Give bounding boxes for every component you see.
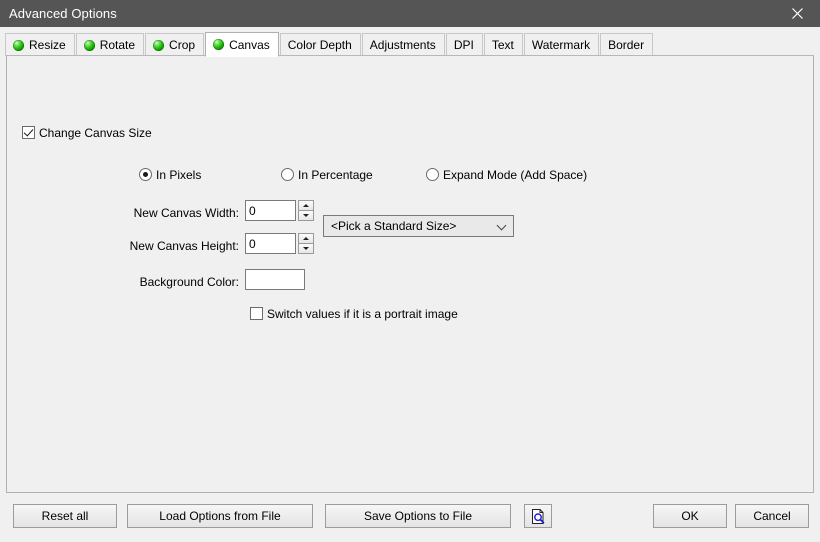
switch-values-label: Switch values if it is a portrait image — [267, 306, 458, 321]
radio-circle-icon — [281, 168, 294, 181]
load-options-from-file-button[interactable]: Load Options from File — [127, 504, 313, 528]
radio-circle-icon — [426, 168, 439, 181]
arrow-down-icon — [303, 214, 309, 217]
reset-all-button[interactable]: Reset all — [13, 504, 117, 528]
title-bar: Advanced Options — [0, 0, 820, 27]
height-spinner-up-button[interactable] — [298, 233, 314, 244]
height-spinner-buttons[interactable] — [298, 233, 314, 254]
radio-expand-mode[interactable]: Expand Mode (Add Space) — [426, 168, 587, 181]
checkbox-box-icon — [250, 307, 263, 320]
tab-label: Text — [491, 38, 514, 52]
tab-text[interactable]: Text — [483, 33, 523, 56]
tab-dpi[interactable]: DPI — [445, 33, 483, 56]
tab-label: Border — [608, 38, 645, 52]
close-icon[interactable] — [774, 0, 820, 27]
arrow-up-icon — [303, 237, 309, 240]
dialog-footer: Reset all Load Options from File Save Op… — [0, 493, 820, 542]
document-magnifier-icon[interactable] — [524, 504, 552, 528]
tab-label: Adjustments — [369, 38, 436, 52]
ok-button[interactable]: OK — [653, 504, 727, 528]
radio-label: In Pixels — [156, 167, 202, 182]
width-spinner-down-button[interactable] — [298, 211, 314, 221]
standard-size-selected-value: <Pick a Standard Size> — [331, 219, 457, 233]
height-spinner-down-button[interactable] — [298, 244, 314, 254]
standard-size-select[interactable]: <Pick a Standard Size> — [323, 215, 514, 237]
tab-border[interactable]: Border — [600, 33, 654, 56]
tab-label: Rotate — [99, 38, 136, 52]
tab-rotate[interactable]: Rotate — [75, 33, 145, 56]
change-canvas-size-checkbox[interactable]: Change Canvas Size — [22, 126, 152, 139]
tab-adjustments[interactable]: Adjustments — [361, 33, 445, 56]
new-canvas-width-label: New Canvas Width: — [133, 206, 239, 220]
tab-label: Canvas — [229, 37, 270, 52]
tab-watermark[interactable]: Watermark — [523, 33, 600, 56]
tab-label: Resize — [29, 38, 66, 52]
status-led-icon — [153, 39, 165, 51]
save-options-to-file-button[interactable]: Save Options to File — [325, 504, 511, 528]
arrow-down-icon — [303, 247, 309, 250]
radio-in-percentage[interactable]: In Percentage — [281, 168, 373, 181]
switch-values-checkbox[interactable]: Switch values if it is a portrait image — [250, 307, 458, 320]
canvas-tab-panel: Change Canvas Size In Pixels In Percenta… — [6, 55, 814, 493]
status-led-icon — [13, 39, 24, 51]
radio-in-pixels[interactable]: In Pixels — [139, 168, 201, 181]
status-led-icon — [213, 39, 225, 50]
new-canvas-width-input[interactable] — [245, 200, 296, 221]
new-canvas-height-label: New Canvas Height: — [129, 239, 239, 253]
new-canvas-height-stepper[interactable] — [245, 233, 314, 254]
width-spinner-buttons[interactable] — [298, 200, 314, 221]
tab-color-depth[interactable]: Color Depth — [279, 33, 361, 56]
window-title: Advanced Options — [9, 6, 117, 21]
radio-label: In Percentage — [298, 167, 373, 182]
tab-crop[interactable]: Crop — [145, 33, 205, 56]
radio-circle-icon — [139, 168, 152, 181]
tab-strip: Resize Rotate Crop Canvas Color Depth Ad… — [0, 27, 820, 57]
width-spinner-up-button[interactable] — [298, 200, 314, 211]
arrow-up-icon — [303, 204, 309, 207]
tab-label: Color Depth — [287, 38, 352, 52]
checkbox-box-icon — [22, 126, 35, 139]
new-canvas-height-input[interactable] — [245, 233, 296, 254]
tab-resize[interactable]: Resize — [5, 33, 75, 56]
tab-label: Crop — [169, 38, 196, 52]
advanced-options-dialog: Advanced Options Resize Rotate Crop Canv… — [0, 0, 820, 542]
chevron-down-icon — [498, 222, 507, 231]
status-led-icon — [83, 39, 95, 51]
tab-canvas[interactable]: Canvas — [205, 32, 279, 57]
tab-label: Watermark — [531, 38, 591, 52]
tab-label: DPI — [453, 38, 474, 52]
background-color-label: Background Color: — [139, 275, 239, 289]
radio-label: Expand Mode (Add Space) — [443, 167, 588, 182]
new-canvas-width-stepper[interactable] — [245, 200, 314, 221]
cancel-button[interactable]: Cancel — [735, 504, 809, 528]
change-canvas-size-label: Change Canvas Size — [39, 125, 152, 140]
background-color-swatch[interactable] — [245, 269, 305, 290]
